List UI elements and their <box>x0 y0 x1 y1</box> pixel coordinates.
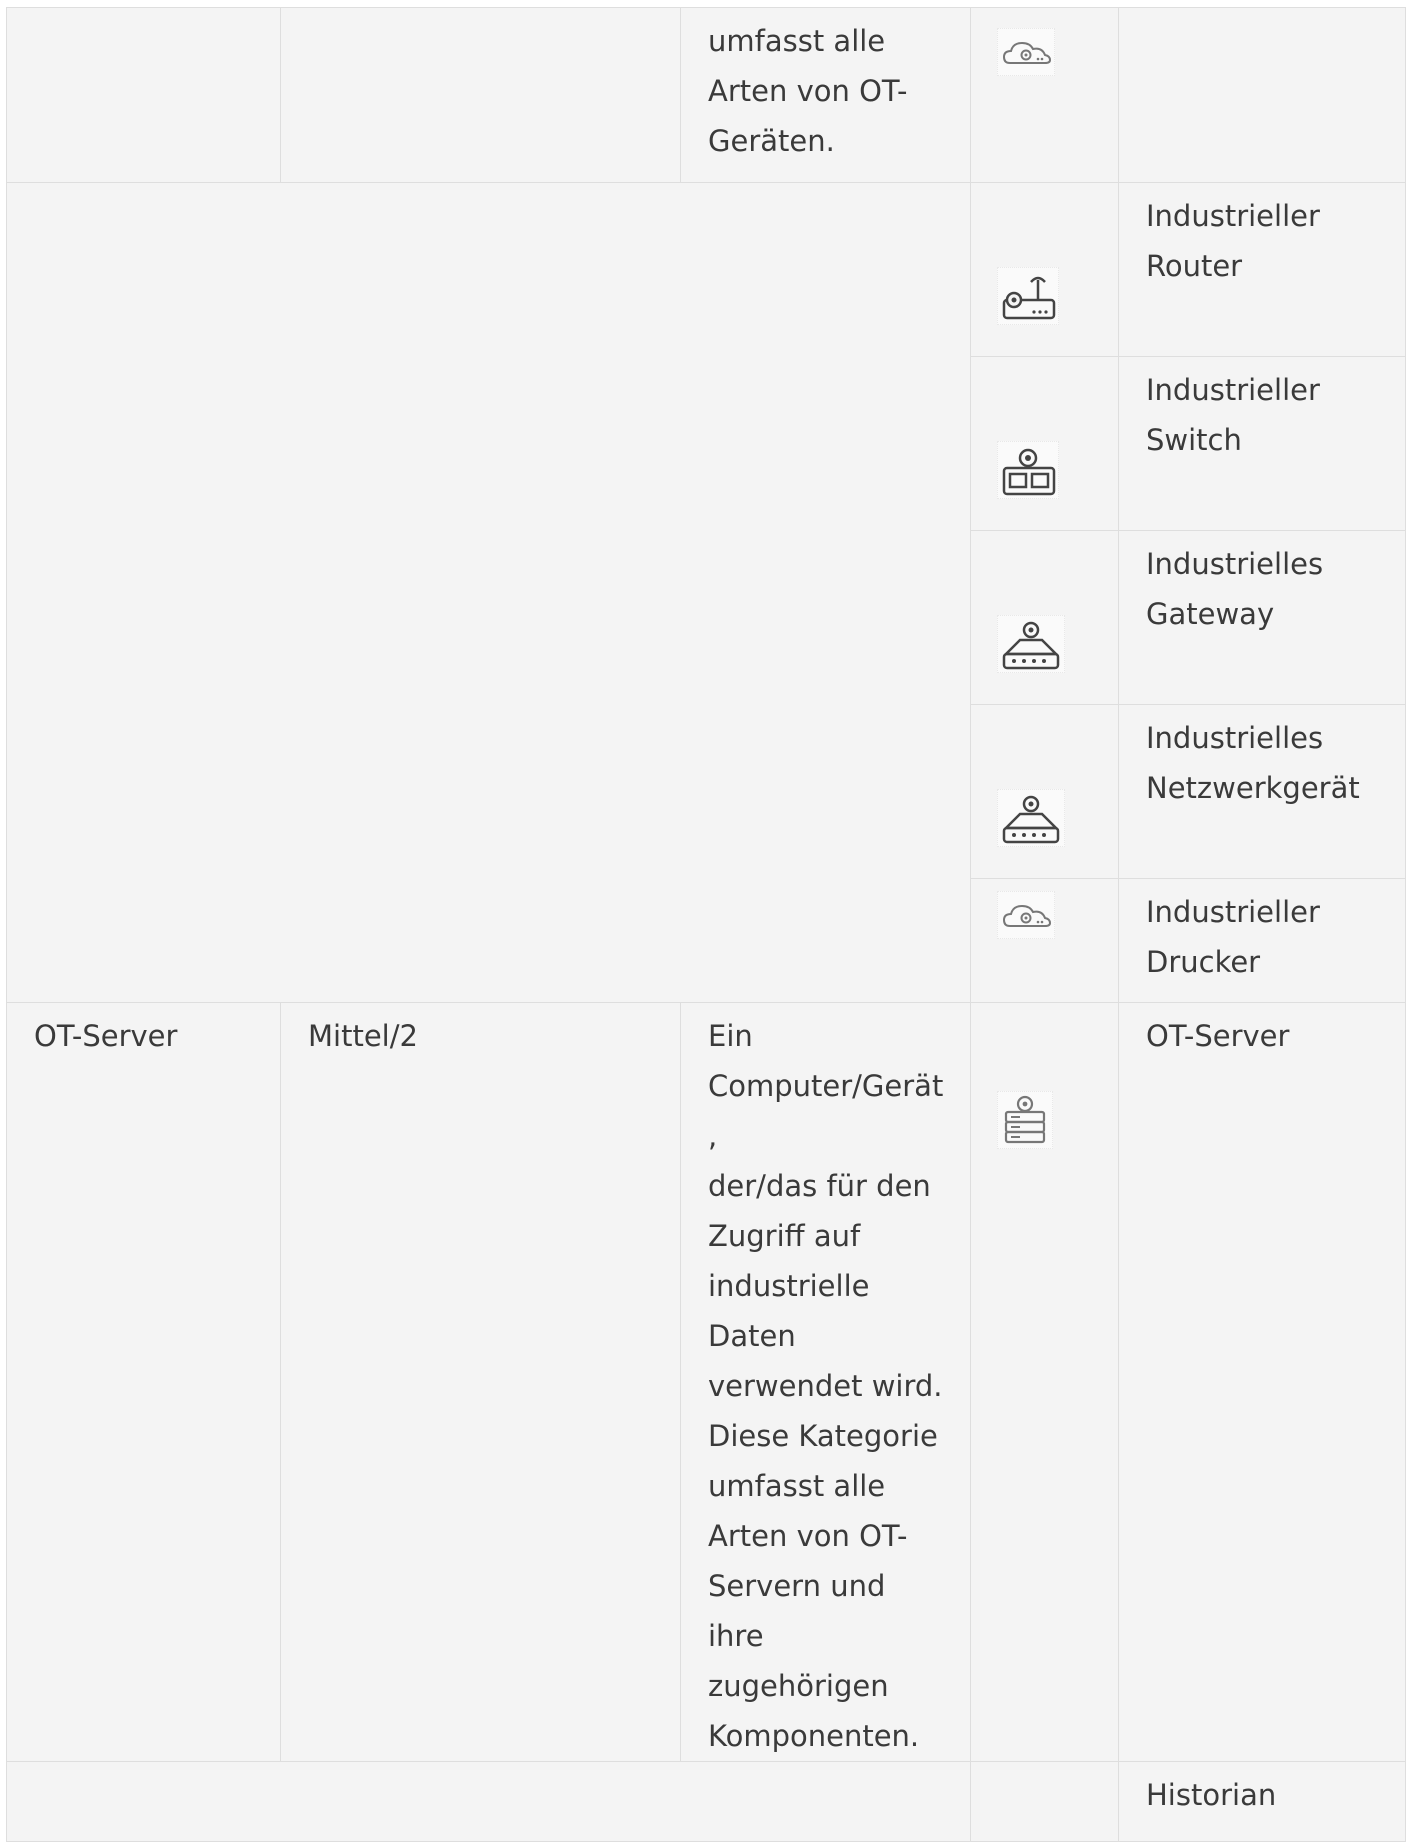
icon-cell <box>970 878 1119 1003</box>
category-cell <box>6 7 281 183</box>
icon-cell <box>970 1761 1119 1842</box>
table-row: Historian <box>6 1761 1406 1842</box>
icon-cell <box>970 704 1119 879</box>
device-category-table: umfasst alle Arten von OT- Geräten. Indu… <box>6 7 1406 1842</box>
description-cell: umfasst alle Arten von OT- Geräten. <box>680 7 971 183</box>
icon-cell <box>970 1002 1119 1762</box>
industrial-network-device-icon <box>997 789 1065 847</box>
industrial-printer-icon <box>997 891 1055 939</box>
icon-cell <box>970 182 1119 357</box>
device-type-cell: Industrieller Drucker <box>1118 878 1406 1003</box>
merged-empty-cell <box>6 182 971 1003</box>
device-type-cell: Industrielles Netzwerkgerät <box>1118 704 1406 879</box>
device-type-cell: OT-Server <box>1118 1002 1406 1762</box>
cloud-gear-icon <box>997 28 1055 76</box>
table-row: OT-Server Mittel/2 Ein Computer/Gerät, d… <box>6 1002 1406 1762</box>
table-row: umfasst alle Arten von OT- Geräten. <box>6 7 1406 183</box>
device-type-cell: Industrielles Gateway <box>1118 530 1406 705</box>
merged-empty-cell <box>6 1761 971 1842</box>
industrial-switch-icon <box>997 441 1059 499</box>
device-type-cell: Historian <box>1118 1761 1406 1842</box>
icon-cell <box>970 356 1119 531</box>
industrial-gateway-icon <box>997 615 1065 673</box>
description-cell: Ein Computer/Gerät, der/das für den Zugr… <box>680 1002 971 1762</box>
industrial-router-icon <box>997 267 1059 325</box>
risk-cell: Mittel/2 <box>280 1002 681 1762</box>
category-cell: OT-Server <box>6 1002 281 1762</box>
icon-cell <box>970 530 1119 705</box>
table-row: Industrieller Router <box>6 182 1406 1003</box>
ot-server-icon <box>997 1091 1053 1149</box>
risk-cell <box>280 7 681 183</box>
device-type-cell: Industrieller Switch <box>1118 356 1406 531</box>
icon-cell <box>970 7 1119 183</box>
device-type-cell: Industrieller Router <box>1118 182 1406 357</box>
device-type-cell <box>1118 7 1406 183</box>
